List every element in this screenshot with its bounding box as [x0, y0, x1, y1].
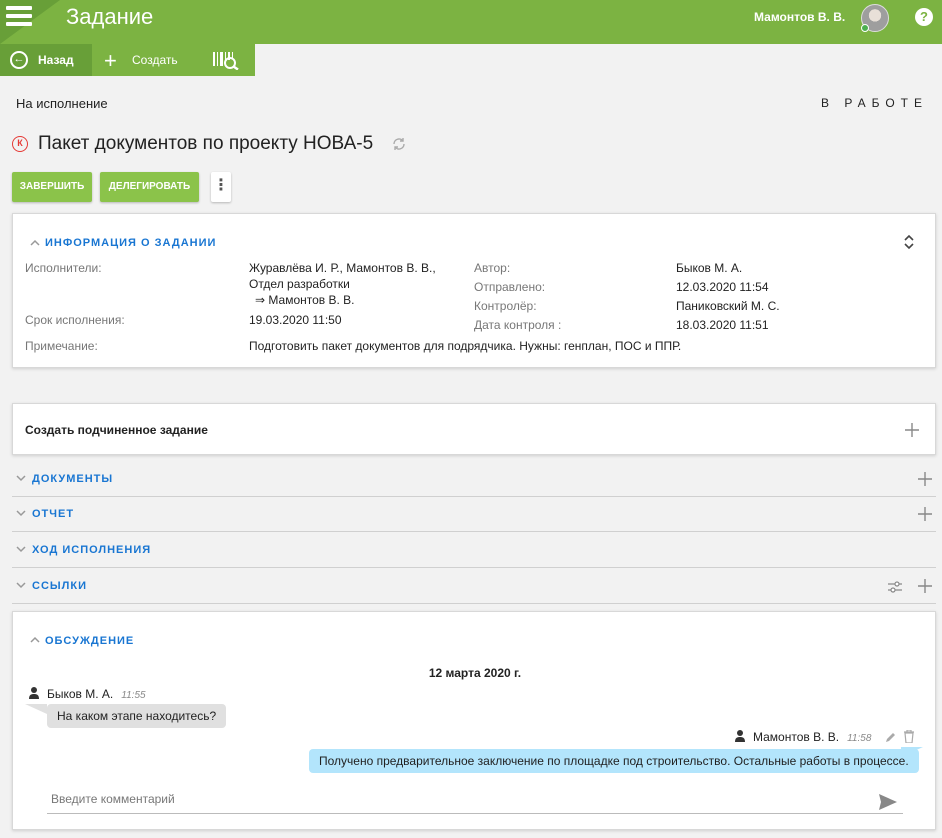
note-value: Подготовить пакет документов для подрядч… [249, 339, 682, 353]
discussion-card: ОБСУЖДЕНИЕ 12 марта 2020 г. Быков М. А. 1… [12, 611, 936, 830]
back-label: Назад [38, 53, 74, 67]
executors-label: Исполнители: [25, 261, 102, 275]
plus-icon: + [104, 48, 117, 73]
chevron-up-icon[interactable] [30, 238, 40, 248]
control-date-value: 18.03.2020 11:51 [676, 318, 769, 332]
barcode-search-icon[interactable] [212, 50, 240, 70]
section-report[interactable]: ОТЧЕТ [12, 496, 936, 532]
task-title: Пакет документов по проекту НОВА-5 [38, 133, 374, 154]
message-author: Быков М. А. 11:55 [29, 687, 146, 701]
section-title-report: ОТЧЕТ [32, 508, 75, 520]
task-info-card: ИНФОРМАЦИЯ О ЗАДАНИИ Исполнители: Журавл… [12, 213, 936, 368]
message-author: Мамонтов В. В. 11:58 [735, 730, 871, 744]
message-bubble: Получено предварительное заключение по п… [309, 749, 919, 773]
message-time: 11:55 [121, 690, 146, 701]
task-route-status: На исполнение [16, 96, 108, 111]
executors-value: Журавлёва И. Р., Мамонтов В. В., [249, 261, 436, 275]
chevron-down-icon [16, 475, 26, 482]
action-toolbar: ← Назад + Создать [0, 44, 255, 76]
edit-icon[interactable] [885, 731, 897, 743]
user-name[interactable]: Мамонтов В. В. [754, 10, 845, 24]
plus-icon[interactable] [918, 579, 932, 593]
task-type-icon: К [12, 136, 28, 152]
chevron-up-icon[interactable] [30, 635, 40, 645]
task-state-badge: В РАБОТЕ [821, 96, 928, 110]
executors-dept: Отдел разработки [249, 277, 350, 291]
send-icon[interactable] [879, 794, 897, 810]
expand-collapse-icon[interactable] [903, 234, 915, 250]
controller-value: Паниковский М. С. [676, 299, 780, 313]
section-links[interactable]: ССЫЛКИ [12, 568, 936, 604]
deadline-value: 19.03.2020 11:50 [249, 313, 342, 327]
control-date-label: Дата контроля : [474, 318, 562, 332]
page-title: Задание [66, 4, 154, 29]
discussion-date: 12 марта 2020 г. [428, 666, 522, 680]
help-icon[interactable]: ? [915, 8, 933, 26]
refresh-icon[interactable] [392, 137, 406, 151]
arrow-left-icon: ← [10, 51, 28, 69]
section-title-info[interactable]: ИНФОРМАЦИЯ О ЗАДАНИИ [45, 237, 216, 249]
message-bubble: На каком этапе находитесь? [47, 704, 227, 728]
chevron-down-icon [16, 546, 26, 553]
create-label: Создать [132, 53, 178, 67]
chevron-down-icon [16, 582, 26, 589]
section-progress[interactable]: ХОД ИСПОЛНЕНИЯ [12, 532, 936, 568]
executors-delegate: ⇒ Мамонтов В. В. [255, 293, 355, 307]
bubble-tail [25, 704, 47, 714]
deadline-label: Срок исполнения: [25, 313, 125, 327]
section-title-links: ССЫЛКИ [32, 580, 87, 592]
person-icon [29, 687, 39, 699]
menu-icon[interactable] [6, 6, 32, 28]
delegate-button[interactable]: ДЕЛЕГИРОВАТЬ [100, 172, 199, 202]
section-documents[interactable]: ДОКУМЕНТЫ [12, 461, 936, 497]
finish-button[interactable]: ЗАВЕРШИТЬ [12, 172, 92, 202]
section-title-discussion[interactable]: ОБСУЖДЕНИЕ [45, 635, 134, 647]
back-button[interactable]: ← Назад [0, 44, 92, 76]
sent-label: Отправлено: [474, 280, 546, 294]
message-author-name: Быков М. А. [47, 687, 114, 701]
controller-label: Контролёр: [474, 299, 537, 313]
trash-icon[interactable] [904, 730, 914, 743]
person-icon [735, 730, 745, 742]
author-label: Автор: [474, 261, 511, 275]
sent-value: 12.03.2020 11:54 [676, 280, 769, 294]
note-label: Примечание: [25, 339, 98, 353]
online-status-icon [861, 24, 869, 32]
message-time: 11:58 [847, 733, 872, 744]
filter-settings-icon[interactable] [888, 580, 902, 594]
create-subtask-card[interactable]: Создать подчиненное задание [12, 403, 936, 455]
author-value: Быков М. А. [676, 261, 743, 275]
section-title-documents: ДОКУМЕНТЫ [32, 473, 114, 485]
create-subtask-label: Создать подчиненное задание [25, 423, 208, 437]
plus-icon[interactable] [918, 472, 932, 486]
avatar[interactable] [861, 4, 889, 32]
plus-icon[interactable] [905, 423, 919, 437]
app-header: Задание Мамонтов В. В. ? [0, 0, 942, 44]
plus-icon[interactable] [918, 507, 932, 521]
more-actions-button[interactable]: ⋮ [211, 172, 231, 202]
section-title-progress: ХОД ИСПОЛНЕНИЯ [32, 544, 152, 556]
comment-input[interactable] [47, 784, 903, 814]
chevron-down-icon [16, 510, 26, 517]
message-author-name: Мамонтов В. В. [753, 730, 840, 744]
